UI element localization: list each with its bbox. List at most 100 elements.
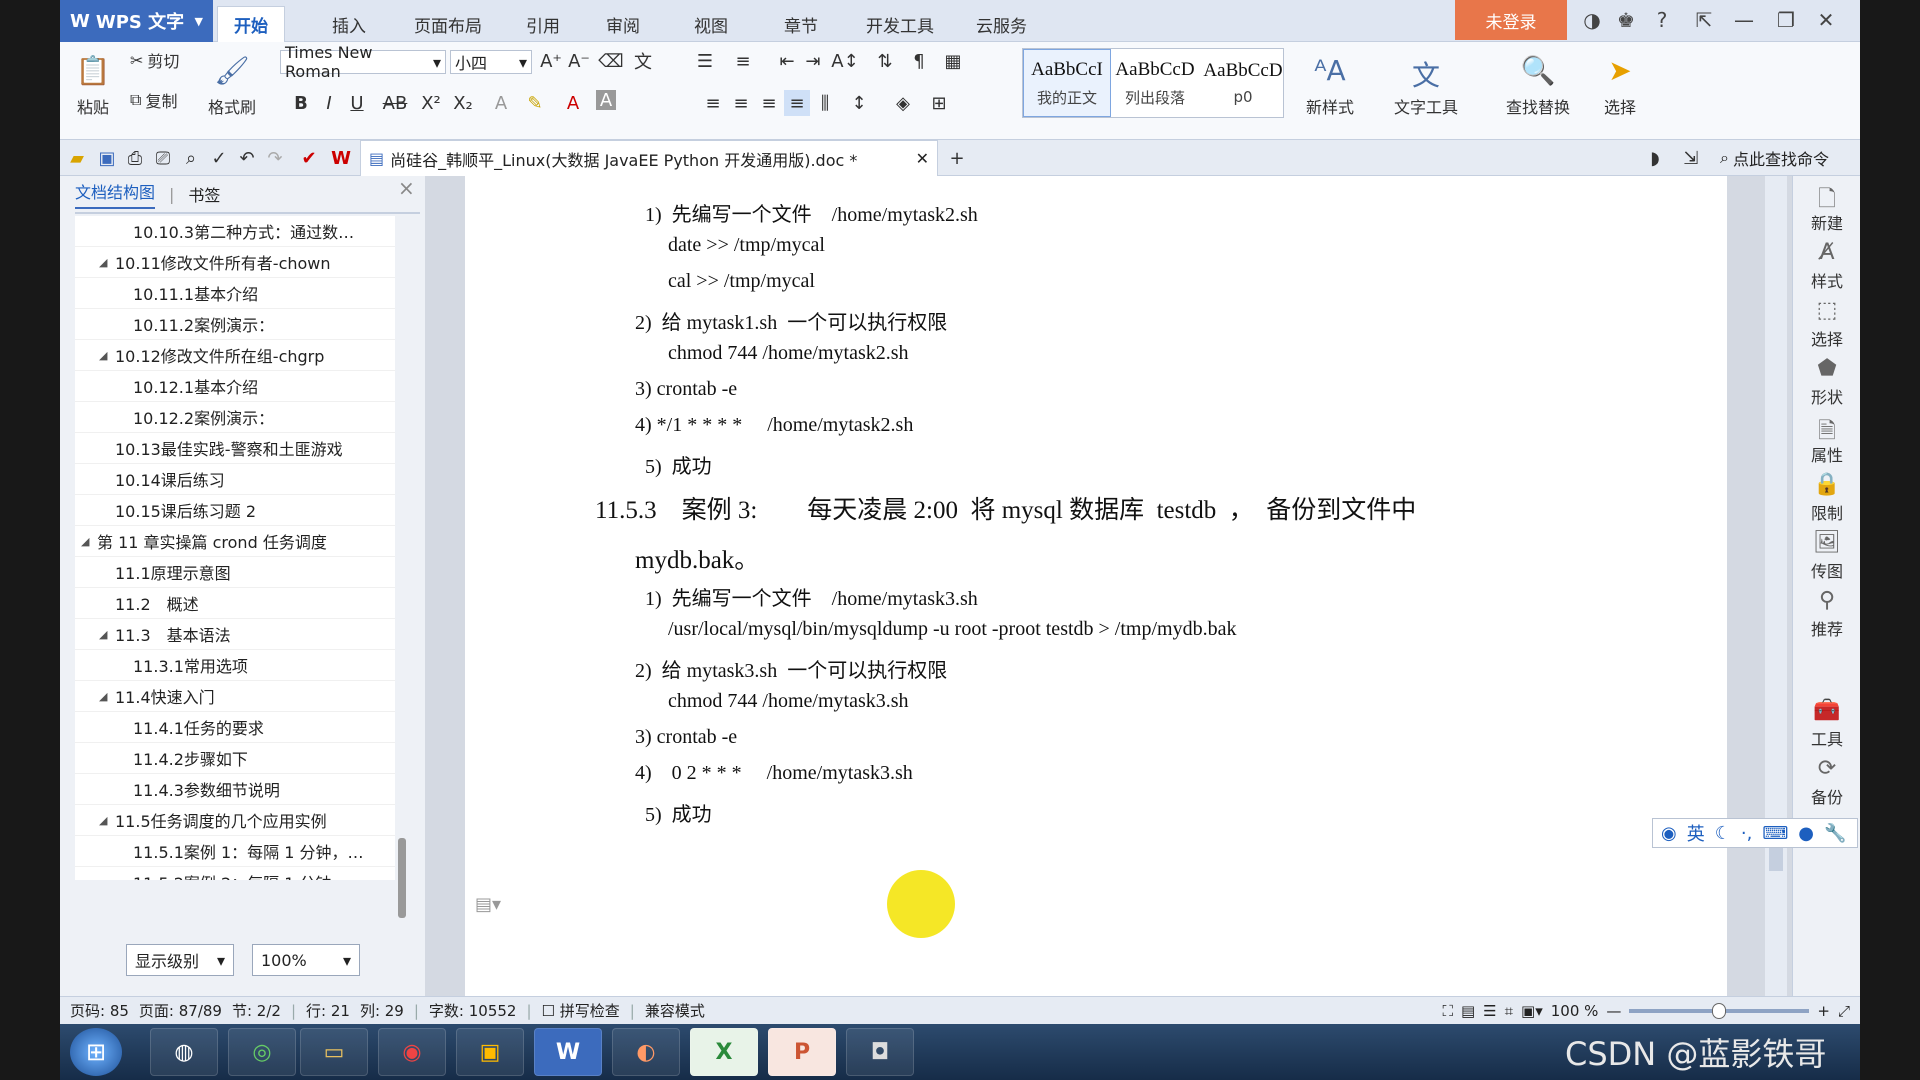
subscript-icon[interactable]: X₂ <box>450 90 476 116</box>
outline-item[interactable]: 10.13最佳实践-警察和土匪游戏 <box>75 433 395 464</box>
outline-item[interactable]: ◢ 10.12修改文件所在组-chgrp <box>75 340 395 371</box>
taskbar-explorer-icon[interactable]: ▭ <box>300 1028 368 1076</box>
taskbar-excel-icon[interactable]: X <box>690 1028 758 1076</box>
font-size-select[interactable]: 小四 ▾ <box>450 50 532 74</box>
new-tab-icon[interactable]: + <box>944 145 970 171</box>
outline-item[interactable]: ◢ 第 11 章实操篇 crond 任务调度 <box>75 526 395 557</box>
pinyin-icon[interactable]: 文 <box>630 48 656 74</box>
page-view-icon[interactable]: ▤ <box>1461 1002 1475 1020</box>
login-button[interactable]: 未登录 <box>1455 0 1567 40</box>
tab-menu-icon[interactable]: ⇲ <box>1678 145 1704 171</box>
tab-list-icon[interactable]: ◗ <box>1642 145 1668 171</box>
sidebar-item-recommend[interactable]: ⚲ 推荐 <box>1793 588 1860 640</box>
decrease-indent-icon[interactable]: ⇤ <box>774 48 800 74</box>
sidebar-item-upload-image[interactable]: 🖼 传图 <box>1793 530 1860 582</box>
taskbar-app-icon[interactable]: ◍ <box>150 1028 218 1076</box>
justify-icon[interactable]: ≡ <box>784 90 810 116</box>
numbered-list-icon[interactable]: ≡ <box>730 48 756 74</box>
wps-menu-button[interactable]: W WPS 文字 ▼ <box>60 0 213 42</box>
spellcheck-toggle[interactable]: ☐ 拼写检查 <box>542 1000 620 1021</box>
shirt-icon[interactable]: ♚ <box>1612 6 1640 34</box>
char-shading-icon[interactable]: A <box>596 90 616 111</box>
outline-item[interactable]: 11.3.1常用选项 <box>75 650 395 681</box>
print-icon[interactable]: ⎚ <box>150 145 176 171</box>
new-style-button[interactable]: ᴬA 新样式 <box>1292 48 1368 124</box>
grow-font-icon[interactable]: A⁺ <box>538 48 564 74</box>
taskbar-chrome-icon[interactable]: ◉ <box>378 1028 446 1076</box>
document-tab[interactable]: ▤ 尚硅谷_韩顺平_Linux(大数据 JavaEE Python 开发通用版)… <box>360 140 938 176</box>
outline-item[interactable]: 10.12.2案例演示： <box>75 402 395 433</box>
outline-item[interactable]: 11.4.2步骤如下 <box>75 743 395 774</box>
paste-options-icon[interactable]: ▤▾ <box>475 894 501 915</box>
format-painter-button[interactable]: 🖌 格式刷 <box>202 50 262 122</box>
zoom-slider[interactable] <box>1629 1003 1810 1019</box>
font-name-select[interactable]: Times New Roman ▾ <box>280 43 446 81</box>
open-folder-icon[interactable]: ▰ <box>64 145 90 171</box>
tab-developer[interactable]: 开发工具 <box>850 6 950 42</box>
tab-insert[interactable]: 插入 <box>316 6 382 42</box>
outline-item[interactable]: 11.5.2案例 2：每隔 1 分钟，… <box>75 867 395 880</box>
style-normal[interactable]: AaBbCcI 我的正文 <box>1023 49 1111 117</box>
sidebar-item-style[interactable]: A̸ 样式 <box>1793 240 1860 292</box>
clear-format-icon[interactable]: ⌫ <box>598 48 624 74</box>
superscript-icon[interactable]: X² <box>418 90 444 116</box>
collapse-triangle-icon[interactable]: ◢ <box>99 628 115 641</box>
outline-item[interactable]: ◢ 11.3 基本语法 <box>75 619 395 650</box>
sidebar-item-properties[interactable]: 🗎 属性 <box>1793 414 1860 466</box>
save-icon[interactable]: ▣ <box>94 145 120 171</box>
collapse-triangle-icon[interactable]: ◢ <box>99 256 115 269</box>
minimize-icon[interactable]: — <box>1730 6 1758 34</box>
close-icon[interactable]: ✕ <box>1812 6 1840 34</box>
redo-icon[interactable]: ↷ <box>262 145 288 171</box>
styles-gallery[interactable]: AaBbCcI 我的正文 AaBbCcD 列出段落 AaBbCcD p0 <box>1022 48 1284 118</box>
outline-item[interactable]: 10.10.3第二种方式：通过数… <box>75 216 395 247</box>
reading-view-icon[interactable]: ▣▾ <box>1521 1002 1543 1020</box>
outline-item[interactable]: 10.12.1基本介绍 <box>75 371 395 402</box>
text-tools-button[interactable]: 文 文字工具 <box>1378 48 1474 124</box>
bold-icon[interactable]: B <box>288 90 314 116</box>
tab-document-map[interactable]: 文档结构图 <box>75 179 156 209</box>
borders-icon[interactable]: ⊞ <box>926 90 952 116</box>
outline-item[interactable]: 10.14课后练习 <box>75 464 395 495</box>
close-icon[interactable]: × <box>398 176 415 200</box>
copy-button[interactable]: ⧉ 复制 <box>130 88 177 112</box>
align-left-icon[interactable]: ≡ <box>700 90 726 116</box>
collapse-triangle-icon[interactable]: ◢ <box>81 535 97 548</box>
collapse-triangle-icon[interactable]: ◢ <box>99 690 115 703</box>
outline-item[interactable]: ◢ 11.4快速入门 <box>75 681 395 712</box>
outline-view-icon[interactable]: ☰ <box>1483 1002 1496 1020</box>
style-list-paragraph[interactable]: AaBbCcD 列出段落 <box>1111 49 1199 117</box>
sidebar-item-shape[interactable]: ⬟ 形状 <box>1793 356 1860 408</box>
zoom-slider-handle[interactable] <box>1712 1003 1727 1019</box>
zoom-out-icon[interactable]: — <box>1606 1002 1621 1020</box>
outline-item[interactable]: 11.1原理示意图 <box>75 557 395 588</box>
distribute-icon[interactable]: ⫼ <box>812 90 838 116</box>
close-icon[interactable]: ✕ <box>916 149 929 168</box>
tab-chapter[interactable]: 章节 <box>768 6 834 42</box>
outline-item[interactable]: 11.5.1案例 1：每隔 1 分钟，… <box>75 836 395 867</box>
find-replace-button[interactable]: 🔍 查找替换 <box>1490 48 1586 124</box>
zoom-level[interactable]: 100 % <box>1551 1002 1599 1020</box>
vertical-scrollbar[interactable] <box>1765 176 1787 996</box>
spellcheck-icon[interactable]: ✓ <box>206 145 232 171</box>
tab-page-layout[interactable]: 页面布局 <box>398 6 498 42</box>
increase-indent-icon[interactable]: ⇥ <box>800 48 826 74</box>
outline-zoom-select[interactable]: 100% ▾ <box>252 944 360 976</box>
collapse-triangle-icon[interactable]: ◢ <box>99 814 115 827</box>
shrink-font-icon[interactable]: A⁻ <box>566 48 592 74</box>
taskbar-app-icon[interactable]: ◐ <box>612 1028 680 1076</box>
highlight-icon[interactable]: ✎ <box>522 90 548 116</box>
sidebar-item-tools[interactable]: 🧰 工具 <box>1793 698 1860 750</box>
web-view-icon[interactable]: ⌗ <box>1505 1002 1513 1020</box>
shading-icon[interactable]: ◈ <box>890 90 916 116</box>
tab-cloud[interactable]: 云服务 <box>960 6 1043 42</box>
taskbar-app-icon[interactable]: ▣ <box>456 1028 524 1076</box>
taskbar-camera-icon[interactable]: ◘ <box>846 1028 914 1076</box>
outline-item[interactable]: 10.11.2案例演示： <box>75 309 395 340</box>
tab-references[interactable]: 引用 <box>510 6 576 42</box>
find-command-box[interactable]: ⌕ 点此查找命令 <box>1720 140 1829 176</box>
strikethrough-icon[interactable]: AB <box>382 90 408 116</box>
char-scale-icon[interactable]: A↕ <box>831 48 858 74</box>
table-grid-icon[interactable]: ▦ <box>940 48 966 74</box>
cut-button[interactable]: ✂ 剪切 <box>130 48 179 72</box>
